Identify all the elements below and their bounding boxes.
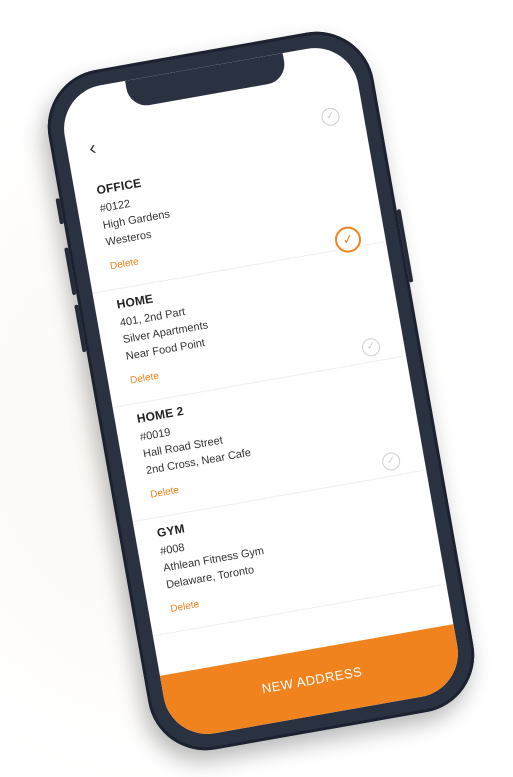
notch <box>125 53 288 109</box>
chevron-left-icon: ‹ <box>87 137 98 160</box>
delete-link[interactable]: Delete <box>129 371 159 387</box>
volume-up-button <box>64 247 77 296</box>
delete-link[interactable]: Delete <box>170 599 200 615</box>
power-button <box>396 209 414 283</box>
mute-switch <box>55 198 64 225</box>
stage: ‹ ✓ OFFICE #0122 High Gardens Westeros D… <box>0 0 513 777</box>
volume-down-button <box>74 304 87 353</box>
delete-link[interactable]: Delete <box>109 256 139 272</box>
back-button[interactable]: ‹ <box>87 134 115 162</box>
address-list: ✓ OFFICE #0122 High Gardens Westeros Del… <box>72 106 452 672</box>
phone-frame: ‹ ✓ OFFICE #0122 High Gardens Westeros D… <box>38 22 484 760</box>
phone-screen: ‹ ✓ OFFICE #0122 High Gardens Westeros D… <box>57 41 465 741</box>
delete-link[interactable]: Delete <box>149 485 179 501</box>
